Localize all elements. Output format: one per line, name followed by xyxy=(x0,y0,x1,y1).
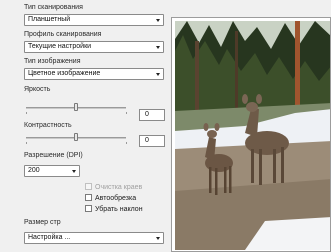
contrast-slider-thumb[interactable] xyxy=(74,133,78,141)
contrast-input[interactable]: 0 xyxy=(139,135,165,147)
chevron-down-icon xyxy=(72,170,76,173)
image-type-value: Цветное изображение xyxy=(28,70,101,77)
scan-type-label: Тип сканирования xyxy=(24,4,83,11)
deskew-checkbox[interactable]: Убрать наклон xyxy=(85,205,143,214)
page-size-label: Размер стр xyxy=(24,219,61,226)
contrast-value: 0 xyxy=(145,137,149,144)
checkbox-box xyxy=(85,194,92,201)
resolution-select[interactable]: 200 xyxy=(24,165,80,177)
deskew-label: Убрать наклон xyxy=(95,206,143,213)
autocrop-checkbox[interactable]: Автообрезка xyxy=(85,194,136,203)
profile-value: Текущие настройки xyxy=(28,43,92,50)
image-type-label: Тип изображения xyxy=(24,58,81,65)
scan-type-value: Планшетный xyxy=(28,16,71,23)
resolution-value: 200 xyxy=(28,167,40,174)
edge-cleanup-checkbox[interactable]: Очистка краев xyxy=(85,183,142,192)
checkbox-box xyxy=(85,205,92,212)
chevron-down-icon xyxy=(156,237,160,240)
autocrop-label: Автообрезка xyxy=(95,195,137,202)
checkbox-box xyxy=(85,183,92,190)
profile-label: Профиль сканирования xyxy=(24,31,102,38)
deer-photo xyxy=(175,21,330,250)
slider-tick xyxy=(126,112,127,114)
scan-preview-image xyxy=(175,21,330,250)
page-size-select[interactable]: Настройка ... xyxy=(24,232,164,244)
edge-cleanup-label: Очистка краев xyxy=(95,184,143,191)
image-type-select[interactable]: Цветное изображение xyxy=(24,68,164,80)
chevron-down-icon xyxy=(156,46,160,49)
contrast-label: Контрастность xyxy=(24,122,72,129)
chevron-down-icon xyxy=(156,19,160,22)
chevron-down-icon xyxy=(156,73,160,76)
scan-type-select[interactable]: Планшетный xyxy=(24,14,164,26)
scan-dialog: Тип сканирования Планшетный Профиль скан… xyxy=(0,0,331,252)
brightness-value: 0 xyxy=(145,111,149,118)
slider-tick xyxy=(26,112,27,114)
scan-preview-frame xyxy=(171,17,331,252)
page-size-value: Настройка ... xyxy=(28,234,71,241)
brightness-slider-thumb[interactable] xyxy=(74,103,78,111)
profile-select[interactable]: Текущие настройки xyxy=(24,41,164,53)
slider-tick xyxy=(126,142,127,144)
resolution-label: Разрешение (DPI) xyxy=(24,152,83,159)
slider-tick xyxy=(26,142,27,144)
scan-settings-panel: Тип сканирования Планшетный Профиль скан… xyxy=(19,0,171,252)
brightness-input[interactable]: 0 xyxy=(139,109,165,121)
brightness-label: Яркость xyxy=(24,86,51,93)
